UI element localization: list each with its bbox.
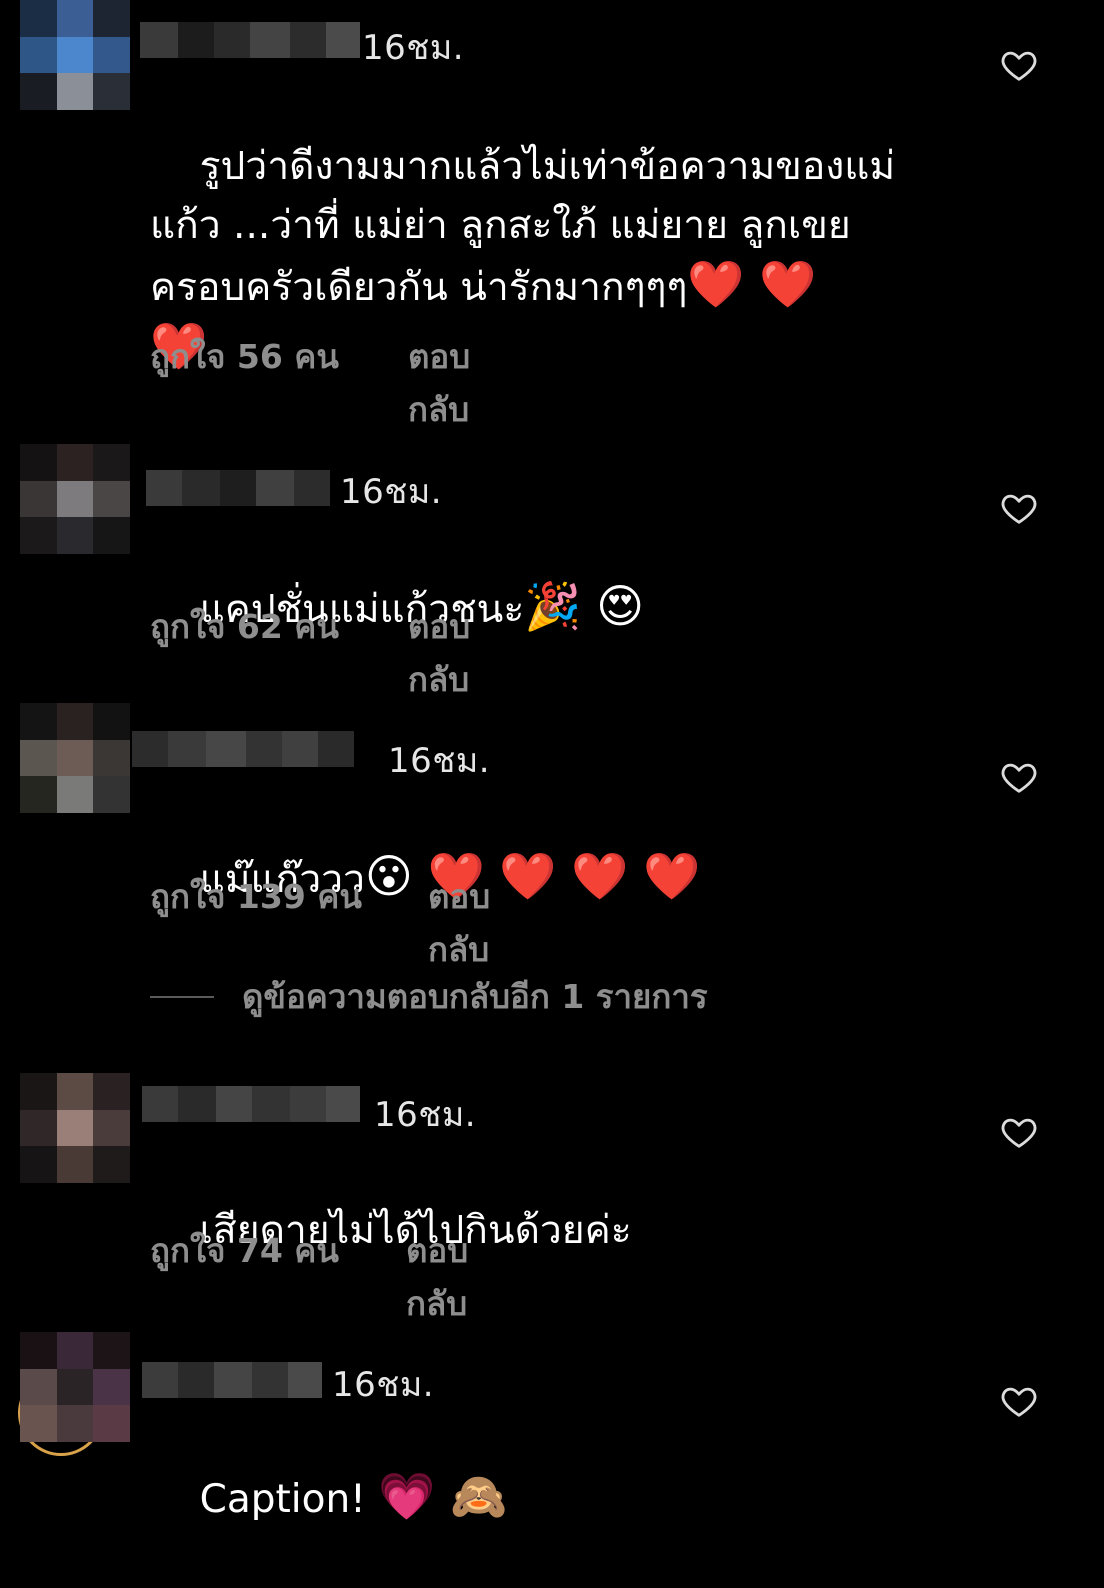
comment-emojis: 🎉 😍: [524, 579, 645, 633]
heart-outline-icon[interactable]: [1000, 46, 1038, 84]
comment-meta: ถูกใจ 139 คน ตอบกลับ: [150, 870, 490, 969]
avatar[interactable]: [20, 444, 130, 554]
comment-emojis: 💗 🙈: [378, 1469, 508, 1523]
comment-meta: ถูกใจ 62 คน ตอบกลับ: [150, 600, 470, 699]
reply-button[interactable]: ตอบกลับ: [408, 330, 470, 436]
heart-outline-icon[interactable]: [1000, 758, 1038, 796]
like-count[interactable]: ถูกใจ 62 คน: [150, 600, 339, 653]
comment-emojis: 😮 ❤️ ❤️ ❤️ ❤️: [364, 849, 701, 903]
comment-meta: ถูกใจ 74 คน ตอบกลับ: [150, 1224, 468, 1323]
username-blurred[interactable]: [140, 22, 360, 58]
reply-button[interactable]: ตอบกลับ: [428, 870, 490, 976]
like-count[interactable]: ถูกใจ 74 คน: [150, 1224, 339, 1277]
like-count[interactable]: ถูกใจ 56 คน: [150, 330, 339, 383]
heart-outline-icon[interactable]: [1000, 1113, 1038, 1151]
avatar[interactable]: [20, 1073, 130, 1183]
avatar[interactable]: [20, 1332, 130, 1442]
username-blurred[interactable]: [132, 731, 354, 767]
comment-time: 16ชม.: [388, 741, 491, 781]
divider-line: [150, 995, 214, 998]
comment-time: 16ชม.: [332, 1365, 435, 1405]
view-more-replies-button[interactable]: ดูข้อความตอบกลับอีก 1 รายการ: [150, 970, 708, 1023]
like-count[interactable]: ถูกใจ 139 คน: [150, 870, 362, 923]
username-blurred[interactable]: [142, 1362, 322, 1398]
heart-outline-icon[interactable]: [1000, 1382, 1038, 1420]
reply-button[interactable]: ตอบกลับ: [406, 1224, 468, 1330]
comment-time: 16ชม.: [374, 1095, 477, 1135]
view-more-replies-label: ดูข้อความตอบกลับอีก 1 รายการ: [242, 977, 708, 1016]
avatar[interactable]: [20, 703, 130, 813]
username-blurred[interactable]: [142, 1086, 360, 1122]
comment-meta: ถูกใจ 56 คน ตอบกลับ: [150, 330, 470, 429]
avatar[interactable]: [20, 0, 130, 110]
comment-time: 16ชม.: [340, 472, 443, 512]
comment-text: Caption! 💗 🙈: [150, 1408, 930, 1588]
username-blurred[interactable]: [146, 470, 330, 506]
comment-text: รูปว่าดีงามมากแล้วไม่เท่าข้อความของแม่ แ…: [150, 78, 930, 438]
reply-button[interactable]: ตอบกลับ: [408, 600, 470, 706]
heart-outline-icon[interactable]: [1000, 489, 1038, 527]
comment-time: 16ชม.: [362, 28, 465, 68]
